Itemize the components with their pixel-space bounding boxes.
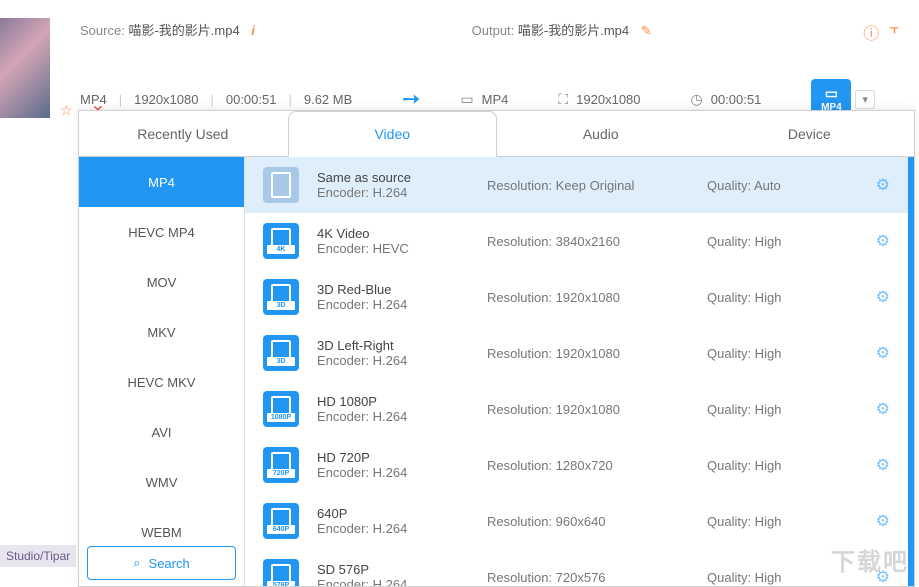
profile-encoder: Encoder: H.264 bbox=[317, 409, 487, 424]
profile-title: 3D Red-Blue bbox=[317, 282, 487, 297]
profile-resolution: Resolution: 1920x1080 bbox=[487, 290, 707, 305]
source-filename: 喵影-我的影片.mp4 bbox=[128, 23, 239, 38]
profile-quality: Quality: High bbox=[707, 458, 858, 473]
arrow-icon: ➙ bbox=[402, 86, 420, 112]
info-icon[interactable]: i bbox=[251, 23, 255, 38]
profile-title: SD 576P bbox=[317, 562, 487, 577]
profile-quality: Quality: High bbox=[707, 234, 858, 249]
profile-quality: Quality: High bbox=[707, 402, 858, 417]
profile-resolution: Resolution: Keep Original bbox=[487, 178, 707, 193]
profile-title: 4K Video bbox=[317, 226, 487, 241]
source-resolution: 1920x1080 bbox=[134, 92, 198, 107]
profile-resolution: Resolution: 3840x2160 bbox=[487, 234, 707, 249]
source-duration: 00:00:51 bbox=[226, 92, 277, 107]
profile-resolution: Resolution: 1920x1080 bbox=[487, 402, 707, 417]
sidebar-item-mp4[interactable]: MP4 bbox=[79, 157, 244, 207]
profile-title: HD 1080P bbox=[317, 394, 487, 409]
profile-encoder: Encoder: H.264 bbox=[317, 521, 487, 536]
sidebar-item-avi[interactable]: AVI bbox=[79, 407, 244, 457]
tab-audio[interactable]: Audio bbox=[497, 111, 706, 156]
profile-row[interactable]: 576P SD 576PEncoder: H.264Resolution: 720… bbox=[245, 549, 908, 586]
gear-icon[interactable]: ⚙ bbox=[876, 399, 890, 419]
profile-encoder: Encoder: H.264 bbox=[317, 577, 487, 586]
film-icon: ▭ bbox=[460, 91, 473, 108]
gear-icon[interactable]: ⚙ bbox=[876, 455, 890, 475]
profile-encoder: Encoder: HEVC bbox=[317, 241, 487, 256]
sidebar-item-wmv[interactable]: WMV bbox=[79, 457, 244, 507]
profile-quality: Quality: High bbox=[707, 570, 858, 585]
profile-row[interactable]: 640P640PEncoder: H.264Resolution: 960x64… bbox=[245, 493, 908, 549]
profile-quality: Quality: High bbox=[707, 290, 858, 305]
gear-icon[interactable]: ⚙ bbox=[876, 287, 890, 307]
circle-info-icon[interactable]: ⓘ bbox=[863, 20, 879, 44]
tab-device[interactable]: Device bbox=[706, 111, 915, 156]
source-size: 9.62 MB bbox=[304, 92, 352, 107]
star-icon[interactable]: ☆ bbox=[60, 102, 73, 118]
gear-icon[interactable]: ⚙ bbox=[876, 343, 890, 363]
profile-encoder: Encoder: H.264 bbox=[317, 353, 487, 368]
output-duration: 00:00:51 bbox=[711, 92, 762, 107]
profile-row[interactable]: 720P HD 720PEncoder: H.264Resolution: 128… bbox=[245, 437, 908, 493]
source-label: Source: bbox=[80, 23, 125, 38]
output-resolution: 1920x1080 bbox=[576, 92, 640, 107]
profile-row[interactable]: 1080P HD 1080PEncoder: H.264Resolution: 1… bbox=[245, 381, 908, 437]
profile-quality: Quality: Auto bbox=[707, 178, 858, 193]
profile-panel: Recently UsedVideoAudioDevice MP4HEVC MP… bbox=[78, 110, 915, 587]
sidebar-item-hevc-mp4[interactable]: HEVC MP4 bbox=[79, 207, 244, 257]
profile-quality: Quality: High bbox=[707, 514, 858, 529]
search-icon: ⌕ bbox=[133, 555, 140, 571]
profile-icon: 3D bbox=[263, 335, 299, 371]
gear-icon[interactable]: ⚙ bbox=[876, 231, 890, 251]
profile-icon bbox=[263, 167, 299, 203]
gear-icon[interactable]: ⚙ bbox=[876, 511, 890, 531]
profile-resolution: Resolution: 1920x1080 bbox=[487, 346, 707, 361]
output-filename: 喵影-我的影片.mp4 bbox=[518, 23, 629, 38]
edit-icon[interactable]: ✎ bbox=[641, 23, 652, 38]
profile-row[interactable]: 3D 3D Left-RightEncoder: H.264Resolution:… bbox=[245, 325, 908, 381]
profile-title: 640P bbox=[317, 506, 487, 521]
expand-icon: ⛶ bbox=[558, 91, 568, 108]
sidebar-item-mkv[interactable]: MKV bbox=[79, 307, 244, 357]
profile-encoder: Encoder: H.264 bbox=[317, 297, 487, 312]
tab-recently-used[interactable]: Recently Used bbox=[79, 111, 288, 156]
profile-resolution: Resolution: 960x640 bbox=[487, 514, 707, 529]
gear-icon[interactable]: ⚙ bbox=[876, 567, 890, 586]
profile-title: Same as source bbox=[317, 170, 487, 185]
profile-encoder: Encoder: H.264 bbox=[317, 465, 487, 480]
sidebar-item-webm[interactable]: WEBM bbox=[79, 507, 244, 540]
split-icon[interactable]: ⫟ bbox=[889, 20, 899, 44]
output-label: Output: bbox=[472, 23, 515, 38]
profile-title: HD 720P bbox=[317, 450, 487, 465]
profile-icon: 3D bbox=[263, 279, 299, 315]
sidebar-item-mov[interactable]: MOV bbox=[79, 257, 244, 307]
profile-icon: 640P bbox=[263, 503, 299, 539]
profile-icon: 720P bbox=[263, 447, 299, 483]
profile-icon: 576P bbox=[263, 559, 299, 586]
gear-icon[interactable]: ⚙ bbox=[876, 175, 890, 195]
format-dropdown[interactable]: ▾ bbox=[855, 90, 875, 109]
profile-row[interactable]: 3D 3D Red-BlueEncoder: H.264Resolution: 1… bbox=[245, 269, 908, 325]
source-thumbnail bbox=[0, 18, 50, 118]
path-text: Studio/Tipar bbox=[0, 545, 76, 567]
profile-resolution: Resolution: 1280x720 bbox=[487, 458, 707, 473]
profile-quality: Quality: High bbox=[707, 346, 858, 361]
search-button[interactable]: ⌕ Search bbox=[87, 546, 236, 580]
profile-resolution: Resolution: 720x576 bbox=[487, 570, 707, 585]
clock-icon: ◷ bbox=[691, 91, 703, 108]
output-format: MP4 bbox=[482, 92, 509, 107]
profile-icon: 1080P bbox=[263, 391, 299, 427]
profile-encoder: Encoder: H.264 bbox=[317, 185, 487, 200]
profile-icon: 4K bbox=[263, 223, 299, 259]
profile-title: 3D Left-Right bbox=[317, 338, 487, 353]
profile-row[interactable]: 4K 4K VideoEncoder: HEVCResolution: 3840x… bbox=[245, 213, 908, 269]
tab-video[interactable]: Video bbox=[288, 111, 498, 157]
sidebar-item-hevc-mkv[interactable]: HEVC MKV bbox=[79, 357, 244, 407]
profile-row[interactable]: Same as sourceEncoder: H.264Resolution: … bbox=[245, 157, 908, 213]
